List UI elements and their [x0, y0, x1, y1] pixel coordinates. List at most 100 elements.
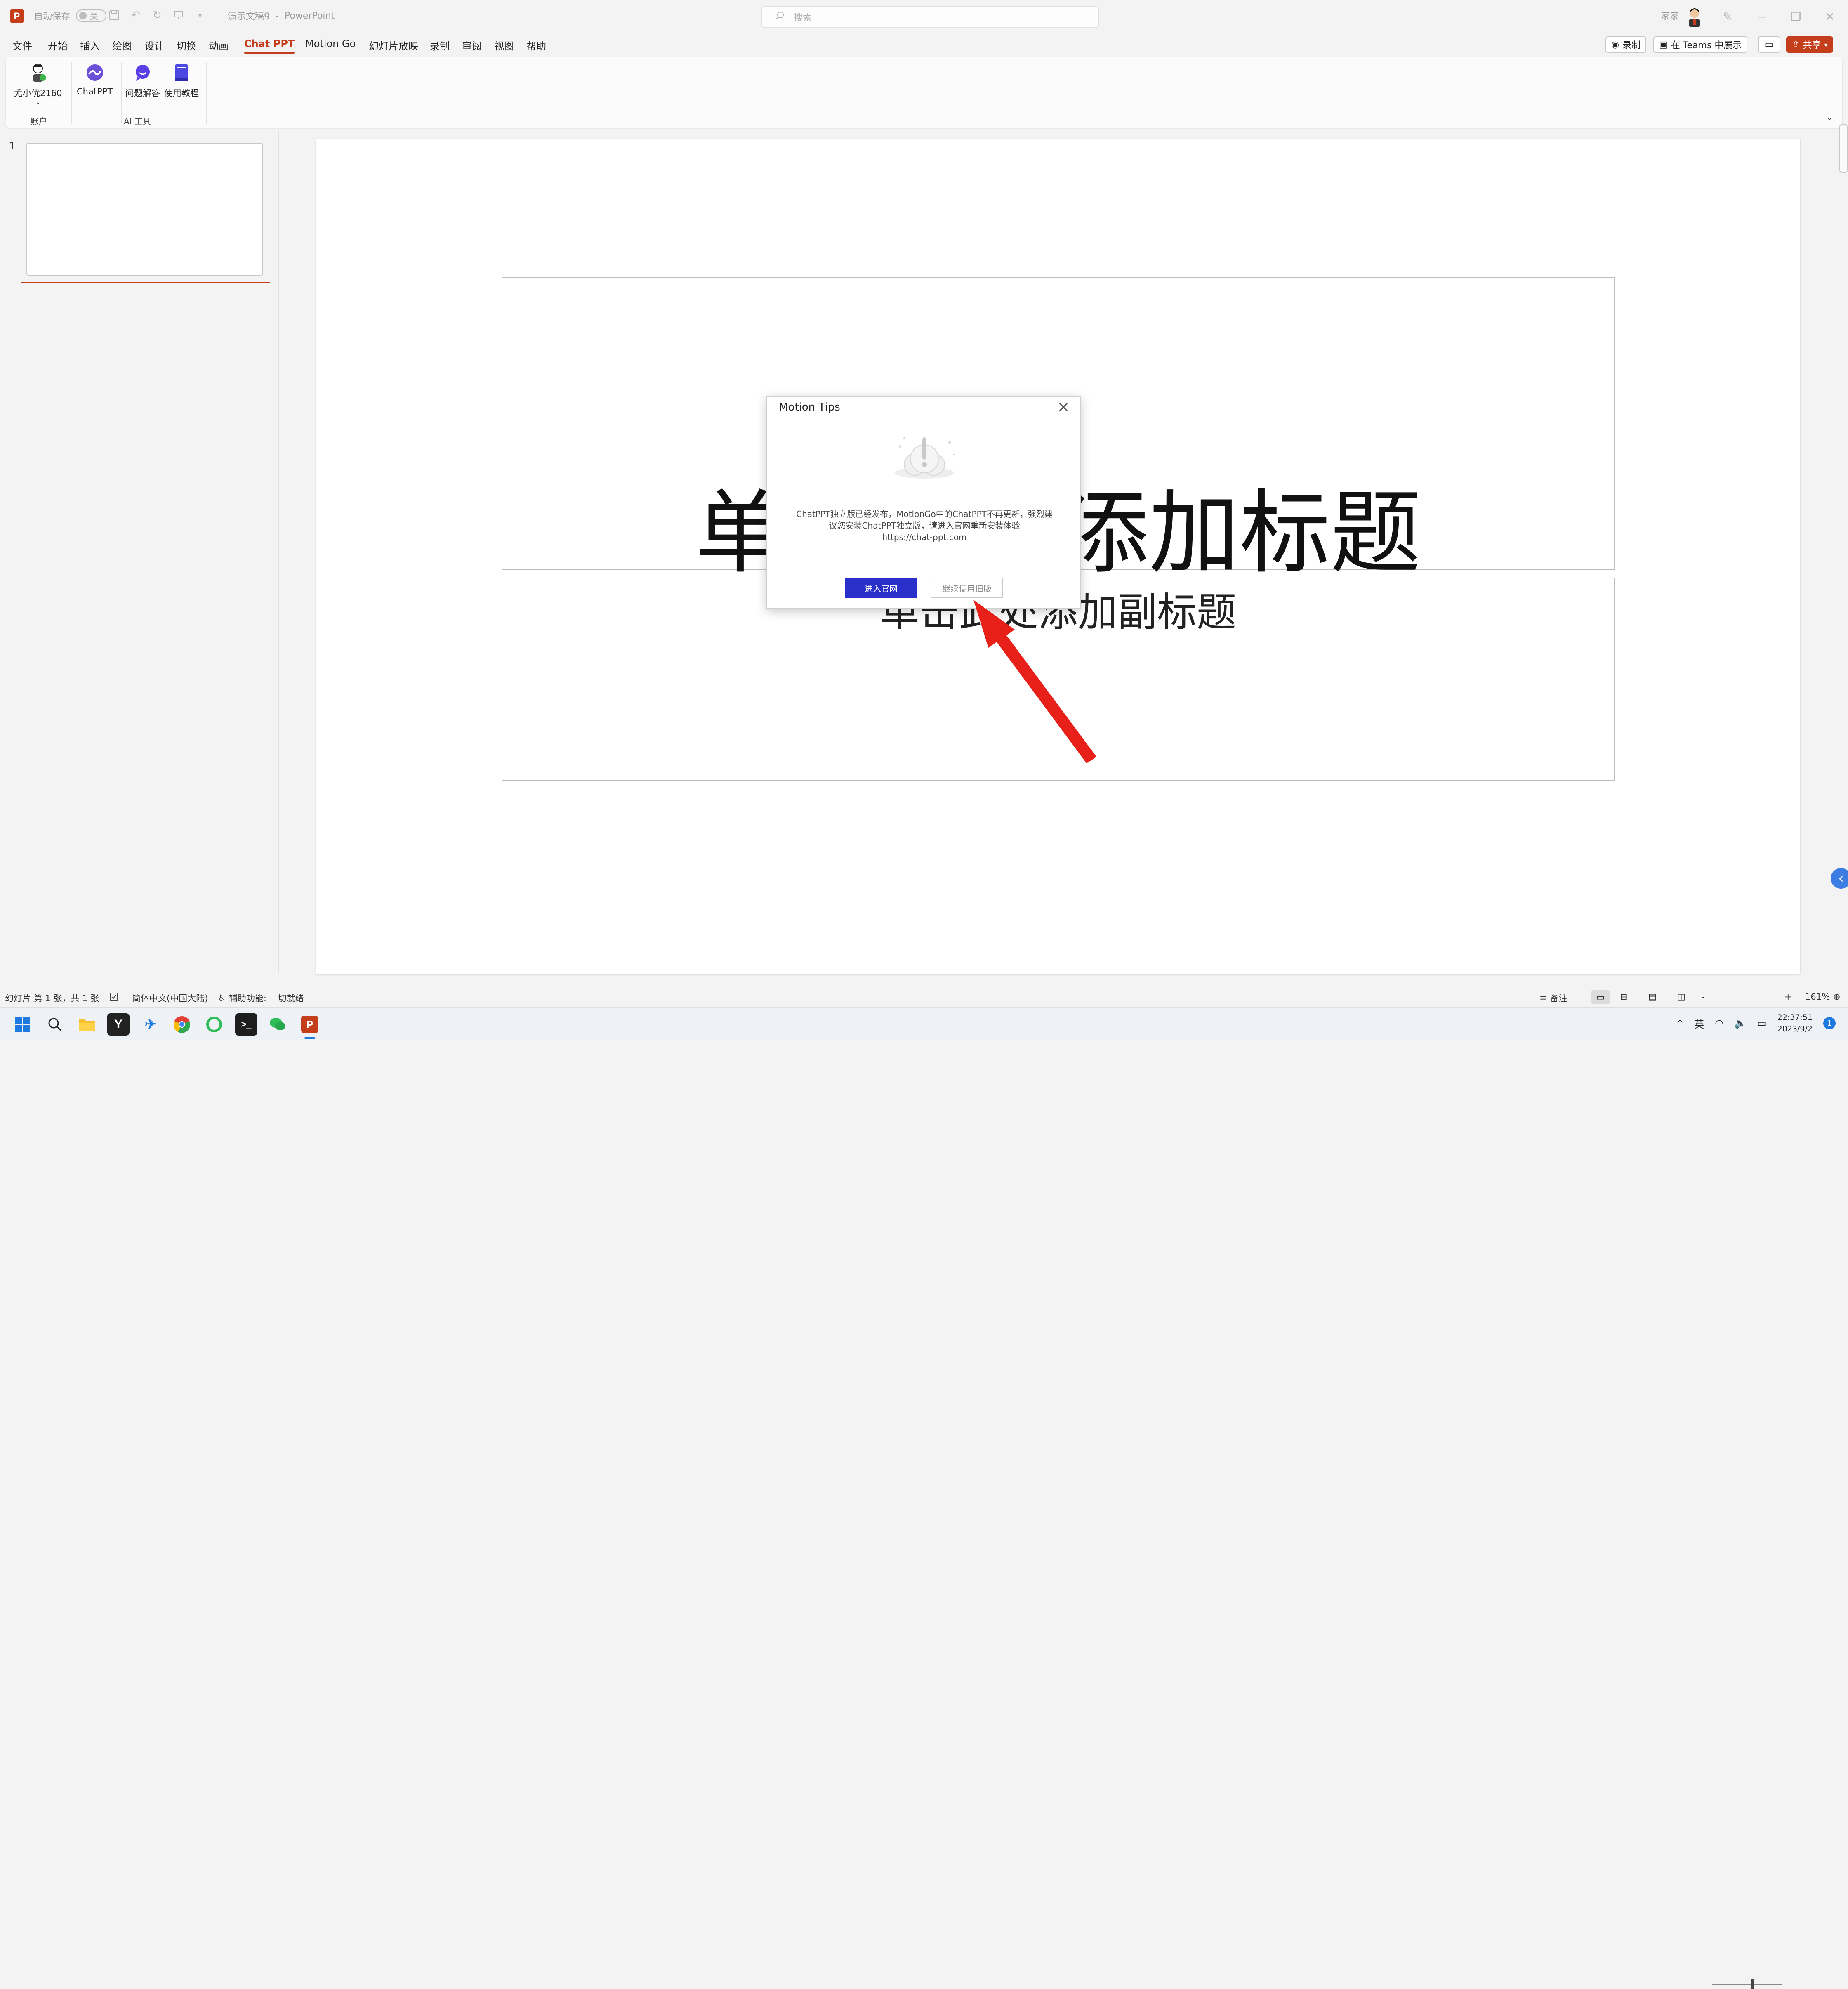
restore-icon[interactable]: ❐	[1788, 8, 1804, 25]
group-label-ai-tools: AI 工具	[124, 116, 151, 126]
chatppt-label: ChatPPT	[77, 87, 113, 97]
tab-home[interactable]: 开始	[48, 38, 68, 52]
dialog-message: ChatPPT独立版已经发布，MotionGo中的ChatPPT不再更新，强烈建…	[784, 508, 1065, 543]
share-label: 共享	[1803, 40, 1821, 51]
chatppt-icon	[84, 62, 106, 83]
comments-button[interactable]: ▭	[1758, 36, 1780, 53]
tab-help[interactable]: 帮助	[526, 38, 546, 52]
minimize-icon[interactable]: −	[1754, 8, 1770, 25]
dialog-message-line: ChatPPT独立版已经发布，MotionGo中的ChatPPT不再更新，强烈建	[796, 509, 1053, 519]
tab-animations[interactable]: 动画	[209, 38, 229, 52]
slide-thumbnail-pane: 1	[0, 131, 279, 973]
wechat-icon[interactable]	[266, 1013, 289, 1036]
customize-qat-icon[interactable]: ▾	[194, 9, 206, 21]
redo-icon[interactable]: ↻	[151, 9, 163, 21]
vertical-scrollbar[interactable]	[1839, 124, 1848, 173]
tab-record[interactable]: 录制	[430, 38, 450, 52]
spellcheck-icon[interactable]	[109, 992, 119, 1002]
file-explorer-icon[interactable]	[76, 1013, 98, 1036]
fit-to-window-icon[interactable]: ⊕	[1833, 992, 1841, 1002]
search-placeholder: 搜索	[794, 13, 812, 23]
present-icon[interactable]	[172, 9, 185, 21]
slide-sorter-icon[interactable]: ⊞	[1620, 992, 1628, 1002]
windows-taskbar: Y ✈ >_ P ^ 英 ◠ 🔈 ▭ 22:37:51 2023/9/2 1	[0, 1007, 1848, 1040]
close-window-icon[interactable]: ✕	[1822, 8, 1838, 25]
qa-button[interactable]: 问题解答	[125, 62, 160, 99]
powerpoint-icon: P	[10, 9, 24, 23]
tab-slideshow[interactable]: 幻灯片放映	[369, 38, 418, 52]
volume-icon[interactable]: 🔈	[1734, 1017, 1747, 1029]
clock-date: 2023/9/2	[1777, 1024, 1813, 1033]
group-divider	[206, 62, 207, 124]
app-name: PowerPoint	[284, 10, 335, 21]
document-title: 演示文稿9	[228, 12, 270, 22]
tab-draw[interactable]: 绘图	[112, 38, 132, 52]
app-green-circle-icon[interactable]	[203, 1013, 225, 1036]
chevron-left-icon[interactable]: ‹	[1831, 868, 1848, 889]
search-box[interactable]: 搜索	[761, 6, 1099, 28]
autosave-label: 自动保存	[34, 12, 71, 22]
tab-view[interactable]: 视图	[494, 38, 514, 52]
insertion-marker	[21, 282, 270, 283]
tab-insert[interactable]: 插入	[80, 38, 100, 52]
user-name[interactable]: 家家	[1661, 9, 1679, 22]
search-icon[interactable]	[44, 1013, 66, 1036]
clock[interactable]: 22:37:51 2023/9/2	[1777, 1012, 1813, 1035]
ribbon-collapse-icon[interactable]: ⌄	[1826, 112, 1833, 123]
slide-thumbnail[interactable]	[26, 143, 263, 276]
clock-time: 22:37:51	[1777, 1013, 1813, 1022]
quick-access-toolbar: ↶ ↻ ▾	[108, 9, 206, 21]
tutorial-label: 使用教程	[164, 88, 199, 98]
record-button[interactable]: ◉ 录制	[1605, 36, 1647, 53]
app-y-icon[interactable]: Y	[107, 1013, 130, 1036]
battery-icon[interactable]: ▭	[1757, 1017, 1767, 1029]
annotation-arrow-icon	[974, 600, 1096, 763]
accessibility-status[interactable]: ♿ 辅助功能: 一切就绪	[218, 992, 304, 1004]
tutorial-button[interactable]: 使用教程	[164, 62, 199, 99]
zoom-slider[interactable]	[1712, 1984, 1782, 1985]
share-button[interactable]: ⇪ 共享 ▾	[1786, 36, 1834, 53]
ime-indicator[interactable]: 英	[1694, 1016, 1704, 1031]
app-blue-icon[interactable]: ✈	[139, 1013, 162, 1036]
zoom-slider-thumb[interactable]	[1751, 1979, 1754, 1989]
chrome-icon[interactable]	[171, 1013, 193, 1036]
ribbon-tabs: 文件 开始 插入 绘图 设计 切换 动画 Chat PPT Motion Go …	[0, 35, 1848, 56]
pen-icon[interactable]: ✎	[1719, 8, 1736, 25]
wifi-icon[interactable]: ◠	[1715, 1017, 1723, 1029]
terminal-icon[interactable]: >_	[235, 1013, 257, 1036]
autosave-toggle[interactable]: 关	[76, 9, 107, 22]
zoom-level[interactable]: 161%	[1805, 992, 1830, 1002]
slide-number: 1	[9, 140, 16, 152]
language-status[interactable]: 简体中文(中国大陆)	[132, 992, 208, 1004]
visit-website-button[interactable]: 进入官网	[845, 578, 917, 598]
present-in-teams-button[interactable]: ▣ 在 Teams 中展示	[1653, 36, 1748, 53]
notes-button[interactable]: ≡ 备注	[1539, 992, 1568, 1004]
tab-chatppt[interactable]: Chat PPT	[244, 38, 295, 54]
reading-view-icon[interactable]: ▤	[1648, 992, 1657, 1002]
record-icon: ◉	[1611, 39, 1619, 50]
autosave-control[interactable]: 自动保存 关	[34, 9, 107, 22]
tab-transitions[interactable]: 切换	[177, 38, 196, 52]
slideshow-view-icon[interactable]: ◫	[1677, 992, 1685, 1002]
notification-badge[interactable]: 1	[1823, 1017, 1836, 1029]
undo-icon[interactable]: ↶	[130, 9, 142, 21]
account-button[interactable]: 尤小优2160 ⌄	[14, 62, 62, 106]
tab-motion-go[interactable]: Motion Go	[305, 38, 356, 50]
teams-icon: ▣	[1659, 39, 1668, 50]
powerpoint-taskbar-icon[interactable]: P	[299, 1013, 321, 1036]
group-label-account: 账户	[31, 116, 47, 126]
save-icon[interactable]	[108, 9, 120, 21]
chatppt-button[interactable]: ChatPPT	[77, 62, 113, 97]
book-icon	[171, 62, 192, 83]
tab-design[interactable]: 设计	[144, 38, 164, 52]
windows-start-icon[interactable]	[12, 1013, 34, 1036]
close-icon[interactable]: ×	[1055, 399, 1072, 415]
chevron-up-icon[interactable]: ^	[1676, 1018, 1683, 1028]
ribbon-panel: 尤小优2160 ⌄ ChatPPT 问题解答 使用教程 账户 AI 工具 ⌄	[6, 57, 1842, 128]
tab-file[interactable]: 文件	[12, 38, 32, 52]
zoom-out-button[interactable]: -	[1701, 992, 1704, 1002]
tab-review[interactable]: 审阅	[462, 38, 482, 52]
normal-view-icon[interactable]: ▭	[1591, 990, 1610, 1004]
zoom-in-button[interactable]: +	[1784, 992, 1792, 1002]
user-avatar[interactable]	[1685, 7, 1704, 27]
